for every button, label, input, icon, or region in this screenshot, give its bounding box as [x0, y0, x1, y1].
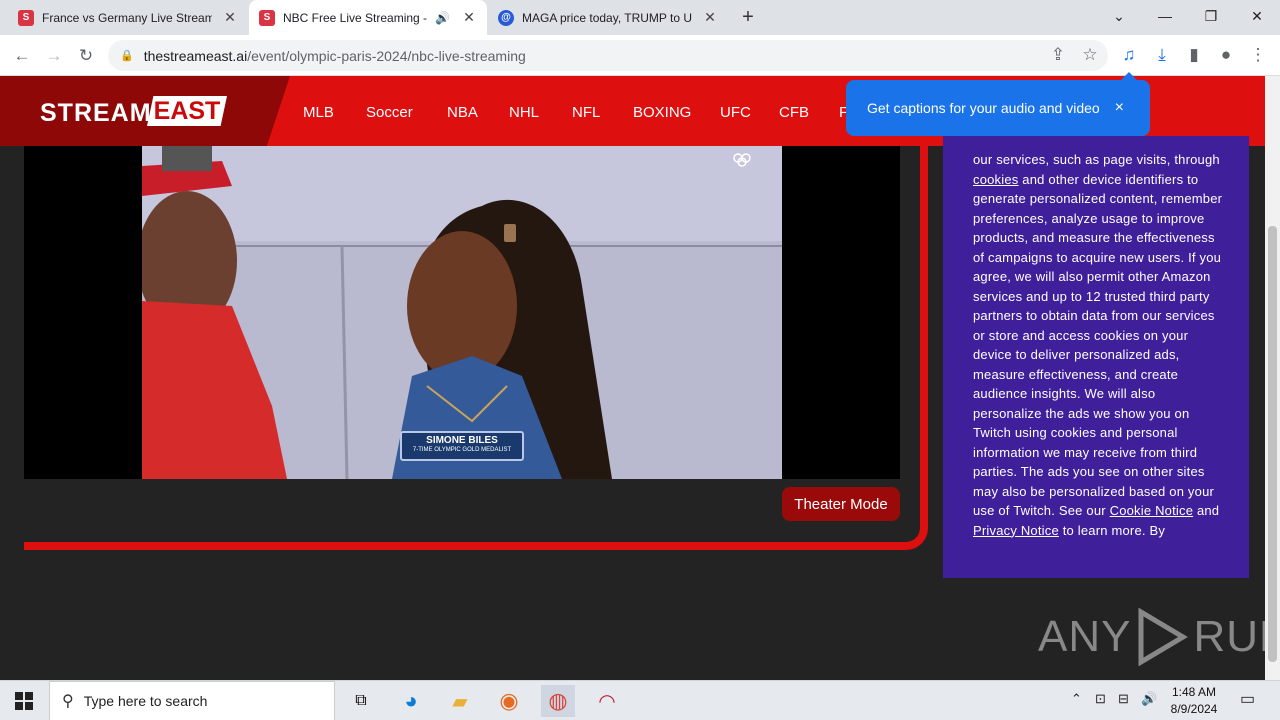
firefox-icon[interactable]: ◉	[493, 685, 525, 717]
lock-icon: 🔒	[120, 50, 134, 62]
close-window-button[interactable]: ✕	[1234, 0, 1280, 32]
logo-east-badge[interactable]: EAST	[147, 96, 227, 126]
restore-button[interactable]: ❐	[1188, 0, 1234, 32]
clock-date: 8/9/2024	[1170, 702, 1218, 716]
nav-mlb[interactable]: MLB	[303, 104, 334, 121]
tab-title: France vs Germany Live Streamin	[42, 10, 212, 25]
menu-kebab-icon[interactable]: ⋮	[1245, 42, 1271, 68]
tray-device-icon[interactable]: ⊡	[1095, 691, 1106, 707]
nav-nhl[interactable]: NHL	[509, 104, 539, 121]
consent-text-3: and	[1193, 503, 1220, 518]
chrome-icon[interactable]: ◍	[541, 685, 575, 717]
file-explorer-icon[interactable]: ▰	[444, 685, 476, 717]
screen: S France vs Germany Live Streamin ✕ S NB…	[0, 0, 1280, 720]
download-icon[interactable]: ⤓	[1149, 42, 1175, 68]
tab-title: NBC Free Live Streaming - S	[283, 10, 431, 25]
task-view-icon[interactable]: ⧉	[345, 685, 377, 717]
close-tab-icon[interactable]: ✕	[702, 9, 718, 26]
anyrun-watermark: ANY RUN	[1038, 608, 1280, 666]
bookmark-star-icon[interactable]: ☆	[1077, 42, 1103, 68]
search-placeholder: Type here to search	[83, 693, 208, 709]
address-bar[interactable]: 🔒 thestreameast.ai/event/olympic-paris-2…	[108, 40, 1108, 71]
tab-nbc-live[interactable]: S NBC Free Live Streaming - S 🔊 ✕	[249, 0, 487, 35]
side-panel-icon[interactable]: ▮	[1181, 42, 1207, 68]
tray-chevron-up-icon[interactable]: ⌃	[1071, 691, 1082, 707]
windows-taskbar: ⚲ Type here to search ⧉ ◕ ▰ ◉ ◍ ◠ ⌃ ⊡ ⊟ …	[0, 680, 1280, 720]
streameast-favicon-icon: S	[18, 9, 34, 26]
tab-maga-price[interactable]: @ MAGA price today, TRUMP to US ✕	[488, 0, 728, 35]
search-icon: ⚲	[62, 693, 74, 710]
tab-france-germany[interactable]: S France vs Germany Live Streamin ✕	[8, 0, 248, 35]
reload-icon[interactable]: ↻	[73, 43, 99, 69]
consent-text: our services, such as page visits, throu…	[973, 150, 1225, 540]
nav-soccer[interactable]: Soccer	[366, 104, 413, 121]
minimize-button[interactable]: —	[1142, 0, 1188, 32]
taskbar-clock[interactable]: 1:48 AM 8/9/2024	[1166, 684, 1222, 718]
network-icon[interactable]: ⊟	[1118, 691, 1129, 707]
consent-text-2: and other device identifiers to generate…	[973, 171, 1223, 519]
nav-boxing[interactable]: BOXING	[633, 104, 691, 121]
cookies-link[interactable]: cookies	[973, 172, 1018, 187]
browser-toolbar: ← → ↻ 🔒 thestreameast.ai/event/olympic-p…	[0, 35, 1280, 76]
url-text: thestreameast.ai/event/olympic-paris-202…	[144, 48, 526, 64]
cookie-notice-link[interactable]: Cookie Notice	[1110, 503, 1194, 518]
scrollbar-thumb[interactable]	[1268, 226, 1277, 662]
nav-nba[interactable]: NBA	[447, 104, 478, 121]
play-triangle-icon	[1138, 608, 1189, 666]
privacy-notice-link[interactable]: Privacy Notice	[973, 523, 1059, 538]
watermark-any: ANY	[1038, 612, 1132, 661]
taskbar-search-box[interactable]: ⚲ Type here to search	[49, 681, 335, 720]
forward-arrow-icon[interactable]: →	[41, 43, 67, 69]
clock-time: 1:48 AM	[1171, 685, 1217, 699]
windows-start-icon[interactable]	[0, 681, 48, 720]
url-path: /event/olympic-paris-2024/nbc-live-strea…	[247, 47, 526, 64]
media-controls-icon[interactable]: ♫	[1116, 42, 1142, 68]
nav-cfb[interactable]: CFB	[779, 104, 809, 121]
volume-icon[interactable]: 🔊	[1141, 691, 1157, 707]
close-icon[interactable]: ×	[1115, 99, 1124, 117]
page-scrollbar[interactable]	[1265, 76, 1280, 680]
back-arrow-icon[interactable]: ←	[9, 43, 35, 69]
cookie-consent-panel[interactable]: our services, such as page visits, throu…	[943, 136, 1249, 578]
tab-search-chevron-icon[interactable]: ⌄	[1096, 0, 1142, 32]
theater-mode-button[interactable]: Theater Mode	[782, 487, 900, 521]
notification-icon[interactable]: ▭	[1240, 689, 1255, 709]
close-tab-icon[interactable]: ✕	[461, 9, 477, 26]
logo-stream-text[interactable]: STREAM	[40, 99, 152, 128]
nav-ufc[interactable]: UFC	[720, 104, 751, 121]
coin-favicon-icon: @	[498, 9, 514, 26]
tab-strip: S France vs Germany Live Streamin ✕ S NB…	[0, 0, 1280, 35]
speaker-icon[interactable]: 🔊	[435, 11, 450, 25]
edge-icon[interactable]: ◕	[395, 685, 427, 717]
consent-text-4: to learn more. By	[1058, 522, 1166, 538]
tab-title: MAGA price today, TRUMP to US	[522, 10, 692, 25]
url-host: thestreameast.ai	[143, 47, 248, 64]
new-tab-button[interactable]: +	[736, 6, 760, 30]
nav-nfl[interactable]: NFL	[572, 104, 600, 121]
captions-popup: Get captions for your audio and video ×	[846, 72, 1150, 136]
captions-text: Get captions for your audio and video	[867, 100, 1100, 116]
streameast-favicon-icon: S	[259, 9, 275, 26]
app-icon[interactable]: ◠	[591, 685, 623, 717]
profile-avatar-icon[interactable]: ●	[1213, 42, 1239, 68]
share-icon[interactable]: ⇪	[1045, 42, 1071, 68]
close-tab-icon[interactable]: ✕	[222, 9, 238, 26]
consent-text-1: our services, such as page visits, throu…	[973, 152, 1220, 167]
